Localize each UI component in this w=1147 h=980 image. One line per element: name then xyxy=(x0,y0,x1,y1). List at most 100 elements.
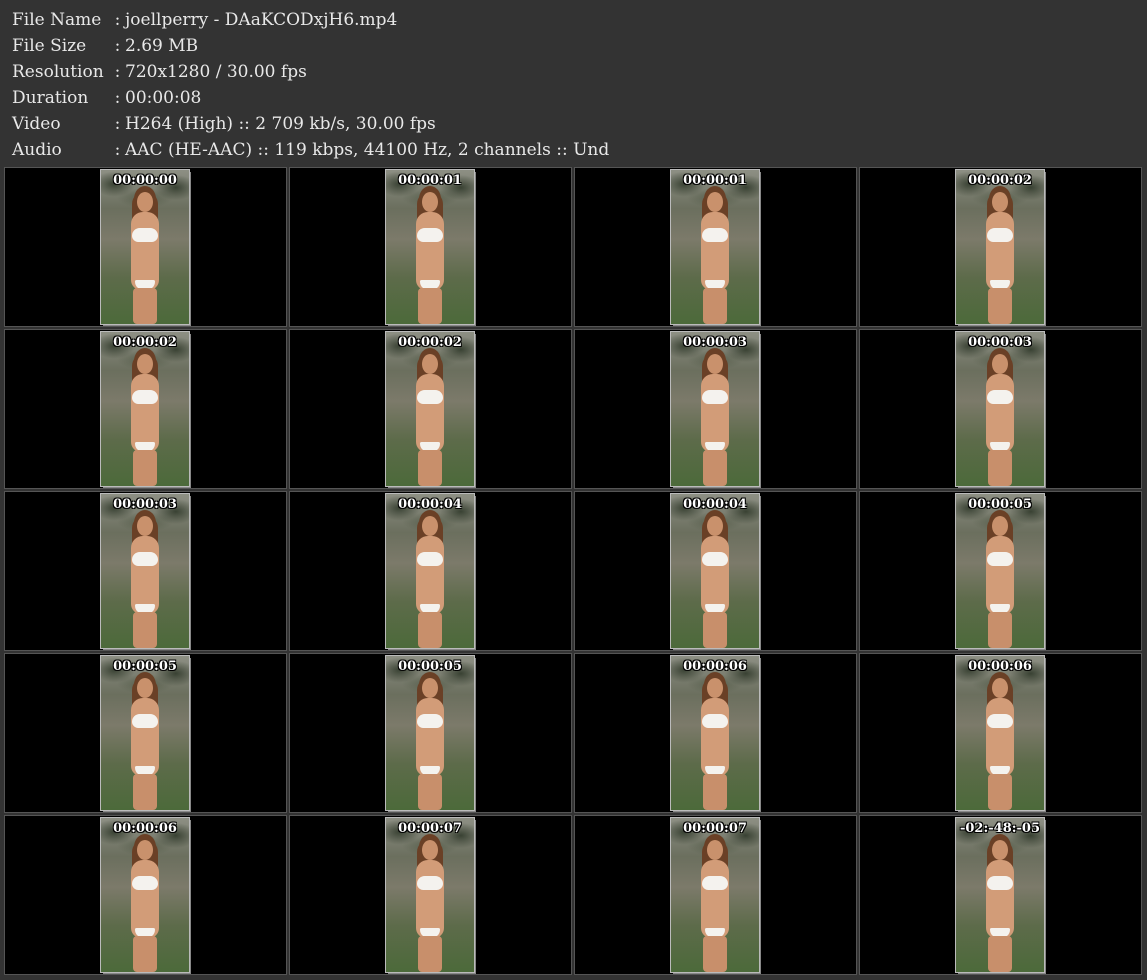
thumbnail-grid: 00:00:00 00:00:01 00:00:01 00:00:02 00:00:02… xyxy=(4,167,1142,976)
swimwear-top-shape xyxy=(417,876,443,890)
thumbnail-timestamp: 00:00:02 xyxy=(113,335,177,350)
head-shape xyxy=(137,516,153,536)
thumbnail-timestamp: 00:00:07 xyxy=(398,821,462,836)
thumbnail-timestamp: 00:00:04 xyxy=(683,497,747,512)
thumbnail-cell[interactable]: 00:00:04 xyxy=(289,491,572,651)
video-frame-image xyxy=(385,331,475,487)
thumbnail-timestamp: 00:00:02 xyxy=(968,173,1032,188)
head-shape xyxy=(992,516,1008,536)
info-separator: : xyxy=(114,88,121,108)
thumbnail-cell[interactable]: 00:00:05 xyxy=(289,653,572,813)
thumbnail-cell[interactable]: 00:00:02 xyxy=(4,329,287,489)
video-frame-image xyxy=(955,331,1045,487)
torso-shape xyxy=(416,374,444,452)
legs-shape xyxy=(418,936,442,972)
person-figure xyxy=(980,350,1020,486)
thumbnail-timestamp: 00:00:05 xyxy=(113,659,177,674)
swimwear-top-shape xyxy=(987,552,1013,566)
video-frame-image xyxy=(670,169,760,325)
video-frame-image xyxy=(100,331,190,487)
torso-shape xyxy=(416,536,444,614)
info-value: joellperry - DAaKCODxjH6.mp4 xyxy=(125,10,398,30)
thumbnail-cell[interactable]: 00:00:00 xyxy=(4,167,287,327)
torso-shape xyxy=(131,374,159,452)
thumbnail-cell[interactable]: 00:00:03 xyxy=(574,329,857,489)
head-shape xyxy=(422,840,438,860)
person-figure xyxy=(125,836,165,972)
thumbnail-cell[interactable]: 00:00:01 xyxy=(574,167,857,327)
person-figure xyxy=(125,350,165,486)
torso-shape xyxy=(986,860,1014,938)
video-frame-image xyxy=(955,169,1045,325)
thumbnail-cell[interactable]: 00:00:02 xyxy=(289,329,572,489)
thumbnail-cell[interactable]: 00:00:05 xyxy=(859,491,1142,651)
legs-shape xyxy=(418,612,442,648)
thumbnail-timestamp: 00:00:01 xyxy=(398,173,462,188)
video-frame-image xyxy=(955,817,1045,973)
person-figure xyxy=(410,350,450,486)
video-frame-image xyxy=(670,331,760,487)
head-shape xyxy=(422,516,438,536)
info-value: 720x1280 / 30.00 fps xyxy=(125,62,307,82)
info-key: Resolution xyxy=(12,62,104,82)
legs-shape xyxy=(703,612,727,648)
thumbnail-timestamp: 00:00:03 xyxy=(113,497,177,512)
legs-shape xyxy=(988,288,1012,324)
legs-shape xyxy=(133,936,157,972)
swimwear-top-shape xyxy=(132,390,158,404)
thumbnail-cell[interactable]: 00:00:06 xyxy=(574,653,857,813)
info-row-resolution: Resolution : 720x1280 / 30.00 fps xyxy=(12,59,1132,85)
thumbnail-cell[interactable]: 00:00:01 xyxy=(289,167,572,327)
head-shape xyxy=(992,192,1008,212)
torso-shape xyxy=(701,860,729,938)
thumbnail-timestamp: 00:00:00 xyxy=(113,173,177,188)
thumbnail-cell[interactable]: 00:00:07 xyxy=(574,815,857,975)
info-value: 2.69 MB xyxy=(125,36,199,56)
thumbnail-cell[interactable]: 00:00:06 xyxy=(859,653,1142,813)
head-shape xyxy=(992,354,1008,374)
info-key: Audio xyxy=(12,140,62,160)
legs-shape xyxy=(133,612,157,648)
head-shape xyxy=(707,840,723,860)
thumbnail-cell[interactable]: 00:00:06 xyxy=(4,815,287,975)
thumbnail-cell[interactable]: 00:00:03 xyxy=(859,329,1142,489)
legs-shape xyxy=(988,612,1012,648)
swimwear-top-shape xyxy=(417,714,443,728)
torso-shape xyxy=(986,698,1014,776)
info-separator: : xyxy=(114,36,121,56)
head-shape xyxy=(422,678,438,698)
video-frame-image xyxy=(670,817,760,973)
thumbnail-cell[interactable]: 00:00:05 xyxy=(4,653,287,813)
thumbnail-cell[interactable]: -02:-48:-05 xyxy=(859,815,1142,975)
info-key: File Name xyxy=(12,10,102,30)
info-separator: : xyxy=(114,10,121,30)
legs-shape xyxy=(418,450,442,486)
head-shape xyxy=(992,840,1008,860)
thumbnail-cell[interactable]: 00:00:07 xyxy=(289,815,572,975)
swimwear-top-shape xyxy=(702,390,728,404)
person-figure xyxy=(695,674,735,810)
video-frame-image xyxy=(100,817,190,973)
thumbnail-timestamp: 00:00:06 xyxy=(113,821,177,836)
video-frame-image xyxy=(670,493,760,649)
head-shape xyxy=(992,678,1008,698)
thumbnail-cell[interactable]: 00:00:04 xyxy=(574,491,857,651)
thumbnail-timestamp: 00:00:03 xyxy=(968,335,1032,350)
head-shape xyxy=(137,840,153,860)
video-frame-image xyxy=(955,655,1045,811)
info-separator: : xyxy=(114,140,121,160)
info-row-audio: Audio : AAC (HE-AAC) :: 119 kbps, 44100 … xyxy=(12,137,1132,163)
legs-shape xyxy=(703,936,727,972)
video-frame-image xyxy=(670,655,760,811)
head-shape xyxy=(422,192,438,212)
person-figure xyxy=(125,188,165,324)
thumbnail-cell[interactable]: 00:00:02 xyxy=(859,167,1142,327)
swimwear-top-shape xyxy=(987,876,1013,890)
video-frame-image xyxy=(385,169,475,325)
person-figure xyxy=(980,512,1020,648)
torso-shape xyxy=(131,536,159,614)
person-figure xyxy=(695,512,735,648)
thumbnail-timestamp: 00:00:05 xyxy=(968,497,1032,512)
thumbnail-cell[interactable]: 00:00:03 xyxy=(4,491,287,651)
thumbnail-timestamp: 00:00:05 xyxy=(398,659,462,674)
